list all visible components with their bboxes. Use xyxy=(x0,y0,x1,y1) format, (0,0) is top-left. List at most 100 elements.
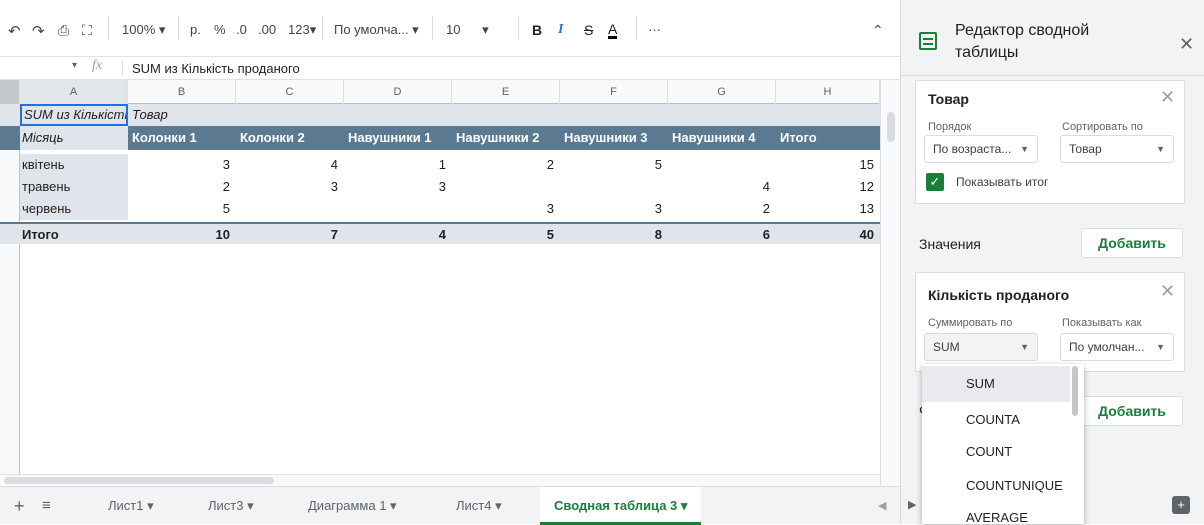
tab-list4[interactable]: Лист4 ▾ xyxy=(456,487,502,525)
total-cell[interactable]: 5 xyxy=(452,224,560,246)
value-cell[interactable]: 4 xyxy=(668,176,776,198)
add-filter-button[interactable]: Добавить xyxy=(1081,396,1183,426)
value-cell[interactable]: 1 xyxy=(344,154,452,176)
dropdown-option-countunique[interactable]: COUNTUNIQUE xyxy=(922,468,1070,504)
more-formats-button[interactable]: 123▾ xyxy=(288,22,316,38)
col-header-b[interactable]: B xyxy=(128,80,236,104)
header-cell[interactable]: Навушники 4 xyxy=(670,126,776,150)
add-value-button[interactable]: Добавить xyxy=(1081,228,1183,258)
value-cell[interactable]: 3 xyxy=(128,154,236,176)
total-cell[interactable]: 40 xyxy=(776,224,880,246)
value-cell[interactable]: 5 xyxy=(128,198,236,220)
formula-input[interactable]: SUM из Кількість проданого xyxy=(132,61,300,76)
dropdown-option-count[interactable]: COUNT xyxy=(922,434,1070,470)
value-cell[interactable]: 2 xyxy=(128,176,236,198)
col-header-h[interactable]: H xyxy=(776,80,880,104)
value-cell[interactable]: 3 xyxy=(560,198,668,220)
value-cell[interactable]: 4 xyxy=(236,154,344,176)
scroll-tabs-left-icon[interactable]: ◀ xyxy=(878,487,886,525)
header-cell[interactable]: Навушники 1 xyxy=(346,126,452,150)
header-cell[interactable]: Місяць xyxy=(20,126,128,150)
print-icon[interactable]: ⎙ xyxy=(58,22,69,39)
total-cell[interactable]: 10 xyxy=(128,224,236,246)
row-label-cell[interactable]: травень xyxy=(20,176,128,198)
order-select[interactable]: По возраста... ▼ xyxy=(924,135,1038,163)
remove-rows-field-icon[interactable]: ✕ xyxy=(1160,87,1175,108)
dropdown-option-sum[interactable]: SUM xyxy=(922,366,1070,402)
total-cell[interactable]: 6 xyxy=(668,224,776,246)
value-cell[interactable] xyxy=(236,198,344,220)
total-label-cell[interactable]: Итого xyxy=(20,224,128,246)
header-cell[interactable]: Итого xyxy=(778,126,878,150)
name-box-chevron-icon[interactable]: ▾ xyxy=(72,60,77,71)
value-cell[interactable] xyxy=(560,176,668,198)
value-cell[interactable]: 12 xyxy=(776,176,880,198)
percent-button[interactable]: % xyxy=(214,22,226,37)
value-cell[interactable]: 2 xyxy=(452,154,560,176)
horizontal-scrollbar[interactable] xyxy=(0,474,880,486)
row-label-cell[interactable]: квітень xyxy=(20,154,128,176)
col-header-c[interactable]: C xyxy=(236,80,344,104)
font-select[interactable]: По умолча... ▾ xyxy=(334,22,424,38)
value-cell[interactable] xyxy=(344,198,452,220)
value-cell[interactable]: 3 xyxy=(236,176,344,198)
row-label-cell[interactable]: червень xyxy=(20,198,128,220)
decrease-decimals-button[interactable]: .0 xyxy=(236,22,247,37)
more-icon[interactable]: ··· xyxy=(648,22,661,37)
explore-icon[interactable]: + xyxy=(1172,496,1190,514)
select-all-corner[interactable] xyxy=(0,80,20,104)
show-as-select[interactable]: По умолчан... ▼ xyxy=(1060,333,1174,361)
remove-value-field-icon[interactable]: ✕ xyxy=(1160,281,1175,302)
close-panel-icon[interactable]: ✕ xyxy=(1179,34,1194,55)
paint-format-icon[interactable]: ⛶ xyxy=(82,22,92,39)
value-cell[interactable]: 3 xyxy=(344,176,452,198)
italic-button[interactable]: I xyxy=(558,22,563,38)
summarize-by-select[interactable]: SUM ▼ xyxy=(924,333,1038,361)
col-header-d[interactable]: D xyxy=(344,80,452,104)
tab-list3[interactable]: Лист3 ▾ xyxy=(208,487,254,525)
vertical-scrollbar[interactable] xyxy=(880,80,900,486)
value-cell[interactable] xyxy=(452,176,560,198)
sort-by-select[interactable]: Товар ▼ xyxy=(1060,135,1174,163)
bold-button[interactable]: B xyxy=(532,22,542,38)
collapse-side-panel-icon[interactable]: ▶ xyxy=(908,498,916,511)
all-sheets-icon[interactable]: ≡ xyxy=(42,487,51,525)
dropdown-scrollbar[interactable] xyxy=(1072,366,1078,416)
sheet-grid[interactable]: SUM из Кількість проданого Товар Місяць … xyxy=(0,104,880,474)
font-size-select[interactable]: 10 ▾ xyxy=(446,22,489,38)
cell-a1[interactable]: SUM из Кількість проданого xyxy=(20,104,128,126)
value-cell[interactable]: 15 xyxy=(776,154,880,176)
col-header-a[interactable]: A xyxy=(20,80,128,104)
tab-list1[interactable]: Лист1 ▾ xyxy=(108,487,154,525)
value-cell[interactable]: 5 xyxy=(560,154,668,176)
value-cell[interactable]: 3 xyxy=(452,198,560,220)
redo-icon[interactable]: ↷ xyxy=(32,22,45,40)
undo-icon[interactable]: ↶ xyxy=(8,22,21,40)
dropdown-option-average[interactable]: AVERAGE xyxy=(922,500,1070,524)
add-sheet-icon[interactable]: + xyxy=(14,487,25,525)
header-cell[interactable]: Навушники 3 xyxy=(562,126,668,150)
tab-chart1[interactable]: Диаграмма 1 ▾ xyxy=(308,487,397,525)
total-cell[interactable]: 7 xyxy=(236,224,344,246)
collapse-chevron-icon[interactable]: ⌃ xyxy=(872,22,884,39)
cell-b1[interactable]: Товар xyxy=(130,104,230,126)
tab-pivot-table-3[interactable]: Сводная таблица 3 ▾ xyxy=(540,487,702,525)
total-cell[interactable]: 8 xyxy=(560,224,668,246)
col-header-e[interactable]: E xyxy=(452,80,560,104)
zoom-select[interactable]: 100% ▾ xyxy=(122,22,165,38)
increase-decimals-button[interactable]: .00 xyxy=(258,22,276,37)
header-cell[interactable]: Навушники 2 xyxy=(454,126,560,150)
strikethrough-button[interactable]: S xyxy=(584,22,593,38)
header-cell[interactable]: Колонки 2 xyxy=(238,126,344,150)
header-cell[interactable]: Колонки 1 xyxy=(130,126,236,150)
total-cell[interactable]: 4 xyxy=(344,224,452,246)
show-totals-checkbox[interactable]: ✓ xyxy=(926,173,944,191)
value-cell[interactable]: 2 xyxy=(668,198,776,220)
text-color-button[interactable]: A xyxy=(608,22,618,39)
col-header-f[interactable]: F xyxy=(560,80,668,104)
value-cell[interactable]: 13 xyxy=(776,198,880,220)
col-header-g[interactable]: G xyxy=(668,80,776,104)
currency-button[interactable]: р. xyxy=(190,22,201,37)
dropdown-option-counta[interactable]: COUNTA xyxy=(922,402,1070,438)
value-cell[interactable] xyxy=(668,154,776,176)
